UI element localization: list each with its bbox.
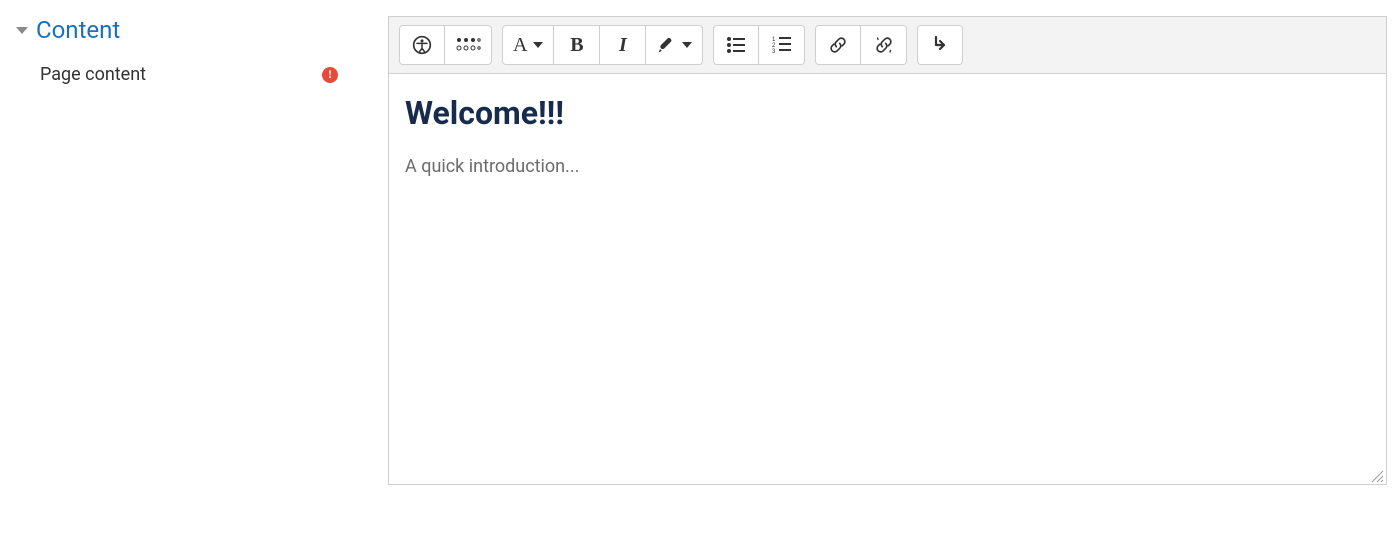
- accessibility-button[interactable]: [399, 25, 445, 65]
- braille-icon: [455, 36, 481, 54]
- bold-icon: B: [570, 34, 583, 57]
- content-paragraph[interactable]: A quick introduction...: [405, 156, 1370, 177]
- field-label: Page content: [40, 64, 146, 85]
- link-icon: [828, 35, 848, 55]
- field-row: Page content !: [8, 64, 376, 85]
- chevron-down-icon: [533, 42, 543, 48]
- accessibility-icon: [412, 35, 432, 55]
- link-button[interactable]: [815, 25, 861, 65]
- resize-handle[interactable]: [1370, 468, 1384, 482]
- font-size-button[interactable]: A: [502, 25, 554, 65]
- caret-down-icon: [16, 27, 28, 34]
- section-toggle[interactable]: Content: [8, 16, 376, 44]
- svg-text:3: 3: [772, 49, 776, 54]
- left-pane: Content Page content !: [8, 16, 388, 485]
- text-color-button[interactable]: [646, 25, 703, 65]
- italic-button[interactable]: I: [600, 25, 646, 65]
- bold-button[interactable]: B: [554, 25, 600, 65]
- numbered-list-icon: 1 2 3: [772, 36, 792, 54]
- braille-button[interactable]: [445, 25, 492, 65]
- font-size-icon: A: [513, 34, 527, 57]
- unlink-icon: [874, 35, 894, 55]
- linebreak-button[interactable]: [917, 25, 963, 65]
- italic-icon: I: [619, 34, 627, 57]
- content-heading[interactable]: Welcome!!!: [405, 94, 1370, 132]
- editor-toolbar: A B I: [389, 17, 1386, 74]
- editor-pane: A B I: [388, 16, 1387, 485]
- bullet-list-button[interactable]: [713, 25, 759, 65]
- editor-content[interactable]: Welcome!!! A quick introduction...: [389, 74, 1386, 484]
- section-title: Content: [36, 16, 120, 44]
- required-badge-icon: !: [322, 67, 338, 83]
- chevron-down-icon: [682, 42, 692, 48]
- linebreak-icon: [932, 35, 948, 55]
- numbered-list-button[interactable]: 1 2 3: [759, 25, 805, 65]
- brush-icon: [656, 35, 676, 55]
- bullet-list-icon: [726, 36, 746, 54]
- unlink-button[interactable]: [861, 25, 907, 65]
- content-section: Content Page content !: [8, 16, 1387, 485]
- rich-text-editor: A B I: [388, 16, 1387, 485]
